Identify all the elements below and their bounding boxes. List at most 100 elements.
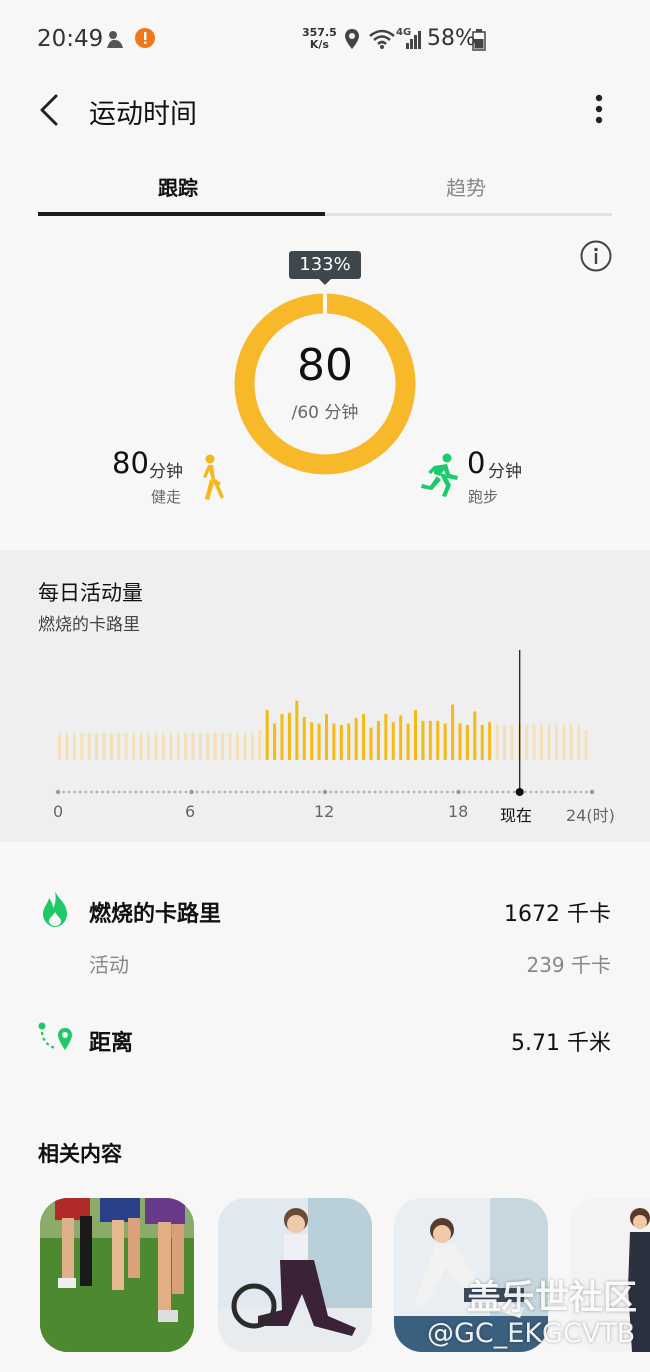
alert-icon: [135, 28, 155, 52]
activity-bar: [250, 733, 254, 760]
calories-label: 燃烧的卡路里: [89, 902, 222, 927]
running-label: 跑步: [468, 488, 499, 506]
axis-major-tick: [456, 789, 461, 795]
axis-major-tick: [55, 789, 61, 795]
status-bar: 20:49 357.5 K/s 4G 58%: [0, 0, 650, 78]
activity-bar: [584, 730, 588, 760]
axis-dot: [101, 790, 104, 794]
axis-dot: [262, 790, 266, 794]
battery-icon: [472, 29, 486, 55]
activity-bar: [147, 733, 150, 760]
axis-dot: [540, 790, 544, 794]
x-tick-18: 18: [448, 802, 469, 821]
axis-dot: [167, 790, 171, 794]
battery-percent: 58%: [427, 26, 476, 51]
activity-bar: [391, 722, 395, 760]
activity-bar: [206, 733, 210, 760]
activity-bar: [384, 714, 388, 760]
axis-dot: [223, 790, 227, 794]
wifi-icon: [368, 28, 396, 54]
activity-bar: [540, 724, 544, 760]
axis-dot: [523, 790, 527, 794]
activity-bar: [503, 724, 506, 760]
distance-value: 5.71 千米: [511, 1031, 611, 1056]
activity-bar: [87, 733, 91, 760]
axis-dot: [134, 790, 138, 794]
tab-tracking[interactable]: 跟踪: [158, 172, 198, 201]
activity-bar: [414, 710, 417, 760]
axis-dot: [345, 790, 349, 794]
axis-dot: [245, 790, 249, 794]
activity-bar: [258, 730, 262, 760]
axis-dot: [251, 790, 255, 794]
axis-dot: [501, 790, 505, 794]
activity-bar: [354, 718, 358, 760]
axis-dot: [279, 790, 282, 794]
activity-bar: [243, 733, 247, 760]
activity-bar: [191, 733, 195, 760]
axis-dot: [362, 790, 366, 794]
activity-bar: [176, 733, 180, 760]
axis-dot: [423, 790, 427, 794]
x-tick-0: 0: [53, 802, 64, 821]
walking-unit: 分钟: [149, 462, 183, 482]
axis-dot: [178, 790, 182, 794]
activity-bar-chart[interactable]: [0, 640, 650, 800]
back-button[interactable]: [30, 88, 72, 132]
distance-label: 距离: [89, 1031, 134, 1056]
chevron-left-icon: [40, 94, 58, 126]
activity-bar: [228, 733, 232, 760]
activity-bar: [332, 723, 336, 760]
axis-dot: [267, 790, 271, 794]
watermark-handle: @GC_EKGCVTB: [427, 1318, 636, 1349]
related-card-pilates-ring[interactable]: [218, 1198, 372, 1352]
axis-dot: [340, 790, 344, 794]
axis-dot: [534, 790, 538, 794]
axis-dot: [106, 790, 110, 794]
axis-dot: [256, 790, 260, 794]
exercise-goal: /60 分钟: [291, 403, 359, 423]
axis-dot: [579, 790, 583, 794]
axis-dot: [568, 790, 572, 794]
axis-dot: [240, 790, 243, 794]
activity-bar: [58, 733, 61, 760]
tab-trends[interactable]: 趋势: [446, 172, 486, 201]
axis-dot: [295, 790, 299, 794]
activity-bar: [362, 714, 366, 760]
x-tick-24: 24(时): [566, 806, 615, 825]
activity-bar: [72, 733, 76, 760]
axis-dot: [73, 790, 77, 794]
activity-bar: [421, 720, 425, 760]
axis-dot: [384, 790, 388, 794]
activity-bar: [406, 723, 410, 760]
network-speed: 357.5 K/s: [302, 26, 337, 51]
axis-dot: [290, 790, 294, 794]
activity-bar: [302, 716, 306, 760]
activity-bar: [577, 724, 581, 760]
activity-bar: [102, 733, 106, 760]
axis-dot: [368, 790, 371, 794]
axis-dot: [318, 790, 321, 794]
more-options-button[interactable]: [582, 90, 616, 130]
activity-bar: [310, 722, 314, 760]
axis-dot: [156, 790, 160, 794]
axis-dot: [401, 790, 405, 794]
info-icon: [580, 240, 612, 272]
pilates-ring-photo: [218, 1198, 372, 1352]
activity-bar: [221, 733, 225, 760]
activity-bar: [124, 733, 128, 760]
related-card-running[interactable]: [40, 1198, 194, 1352]
axis-dot: [473, 790, 477, 794]
activity-bar: [376, 720, 380, 760]
activity-bar: [287, 712, 291, 760]
activity-bar: [154, 733, 158, 760]
activity-bar: [399, 715, 403, 760]
axis-dot: [112, 790, 116, 794]
axis-dot: [234, 790, 238, 794]
activity-bar: [95, 733, 99, 760]
axis-dot: [479, 790, 483, 794]
axis-dot: [117, 790, 121, 794]
x-tick-12: 12: [314, 802, 335, 821]
axis-dot: [496, 790, 499, 794]
info-button[interactable]: [579, 239, 613, 273]
